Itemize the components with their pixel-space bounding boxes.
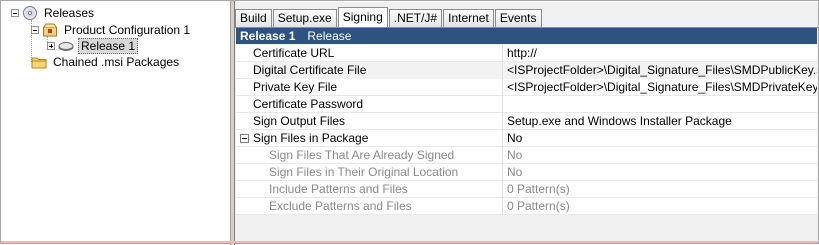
- release-tree[interactable]: Releases Product Configuration 1 Release…: [2, 2, 230, 242]
- property-row-sign-files-in-package[interactable]: Sign Files in Package No: [236, 129, 817, 147]
- window-frame: Releases Product Configuration 1 Release…: [0, 0, 819, 245]
- property-value[interactable]: <ISProjectFolder>\Digital_Signature_File…: [503, 61, 817, 79]
- cd-disc-icon: [22, 6, 38, 20]
- tree-node-product-configuration[interactable]: Product Configuration 1: [31, 22, 192, 38]
- tree-node-chained-msi[interactable]: Chained .msi Packages: [31, 54, 181, 70]
- property-value[interactable]: http://: [503, 45, 817, 62]
- tree-node-releases[interactable]: Releases: [11, 5, 96, 21]
- row-gutter: [236, 130, 253, 147]
- tree-label-release-1: Release 1: [78, 38, 139, 54]
- tree-node-release-1[interactable]: Release 1: [47, 38, 139, 54]
- folder-icon: [31, 55, 47, 69]
- property-row-sign-output-files[interactable]: Sign Output Files Setup.exe and Windows …: [236, 112, 817, 130]
- row-gutter: [236, 147, 253, 164]
- tab-setup-exe[interactable]: Setup.exe: [272, 9, 337, 27]
- property-value[interactable]: No: [503, 130, 817, 147]
- tree-label-chained-msi: Chained .msi Packages: [53, 55, 180, 69]
- property-name: Sign Files in Package: [253, 129, 503, 147]
- property-name: Sign Files in Their Original Location: [253, 163, 503, 181]
- property-name: Exclude Patterns and Files: [253, 197, 503, 215]
- property-row-digital-certificate-file[interactable]: Digital Certificate File <ISProjectFolde…: [236, 61, 817, 79]
- property-row-sign-original-location[interactable]: Sign Files in Their Original Location No: [236, 163, 817, 181]
- property-value[interactable]: <ISProjectFolder>\Digital_Signature_File…: [503, 79, 817, 96]
- tree-label-releases: Releases: [44, 6, 95, 20]
- property-value[interactable]: No: [503, 164, 817, 181]
- tab-strip: Build Setup.exe Signing .NET/J# Internet…: [235, 7, 543, 27]
- bottom-border: [1, 241, 818, 243]
- tab-events[interactable]: Events: [494, 9, 542, 27]
- header-subtitle: Release: [307, 29, 352, 43]
- collapse-group-icon[interactable]: [240, 133, 249, 143]
- row-gutter: [236, 45, 253, 62]
- header-title: Release 1: [240, 29, 296, 43]
- tab-internet[interactable]: Internet: [443, 9, 494, 27]
- property-value[interactable]: No: [503, 147, 817, 164]
- tab-signing[interactable]: Signing: [337, 7, 388, 27]
- tree-label-product-configuration: Product Configuration 1: [64, 23, 191, 37]
- property-name: Sign Output Files: [253, 112, 503, 130]
- row-gutter: [236, 181, 253, 198]
- property-grid-header: Release 1 Release: [236, 28, 817, 44]
- collapse-toggle-icon[interactable]: [31, 26, 39, 34]
- property-row-certificate-url[interactable]: Certificate URL http://: [236, 44, 817, 62]
- property-name: Digital Certificate File: [253, 61, 503, 79]
- property-row-exclude-patterns[interactable]: Exclude Patterns and Files 0 Pattern(s): [236, 197, 817, 215]
- row-gutter: [236, 96, 253, 113]
- property-row-private-key-file[interactable]: Private Key File <ISProjectFolder>\Digit…: [236, 78, 817, 96]
- property-name: Certificate URL: [253, 44, 503, 62]
- box-package-icon: [42, 23, 58, 37]
- property-name: Sign Files That Are Already Signed: [253, 146, 503, 164]
- property-name: Include Patterns and Files: [253, 180, 503, 198]
- property-name: Certificate Password: [253, 95, 503, 113]
- property-value[interactable]: 0 Pattern(s): [503, 198, 817, 215]
- property-value[interactable]: [503, 96, 817, 113]
- row-gutter: [236, 79, 253, 96]
- property-row-certificate-password[interactable]: Certificate Password: [236, 95, 817, 113]
- property-value[interactable]: 0 Pattern(s): [503, 181, 817, 198]
- property-name: Private Key File: [253, 78, 503, 96]
- row-gutter: [236, 198, 253, 215]
- properties-pane: Build Setup.exe Signing .NET/J# Internet…: [235, 2, 818, 243]
- collapse-toggle-icon[interactable]: [11, 9, 19, 17]
- property-value[interactable]: Setup.exe and Windows Installer Package: [503, 113, 817, 130]
- row-gutter: [236, 113, 253, 130]
- release-drive-icon: [58, 39, 74, 53]
- tab-net-jsharp[interactable]: .NET/J#: [388, 9, 443, 27]
- tab-build[interactable]: Build: [235, 9, 272, 27]
- property-grid: Certificate URL http:// Digital Certific…: [236, 44, 817, 215]
- expand-toggle-icon[interactable]: [47, 42, 55, 50]
- property-row-sign-already-signed[interactable]: Sign Files That Are Already Signed No: [236, 146, 817, 164]
- row-gutter: [236, 62, 253, 79]
- property-row-include-patterns[interactable]: Include Patterns and Files 0 Pattern(s): [236, 180, 817, 198]
- row-gutter: [236, 164, 253, 181]
